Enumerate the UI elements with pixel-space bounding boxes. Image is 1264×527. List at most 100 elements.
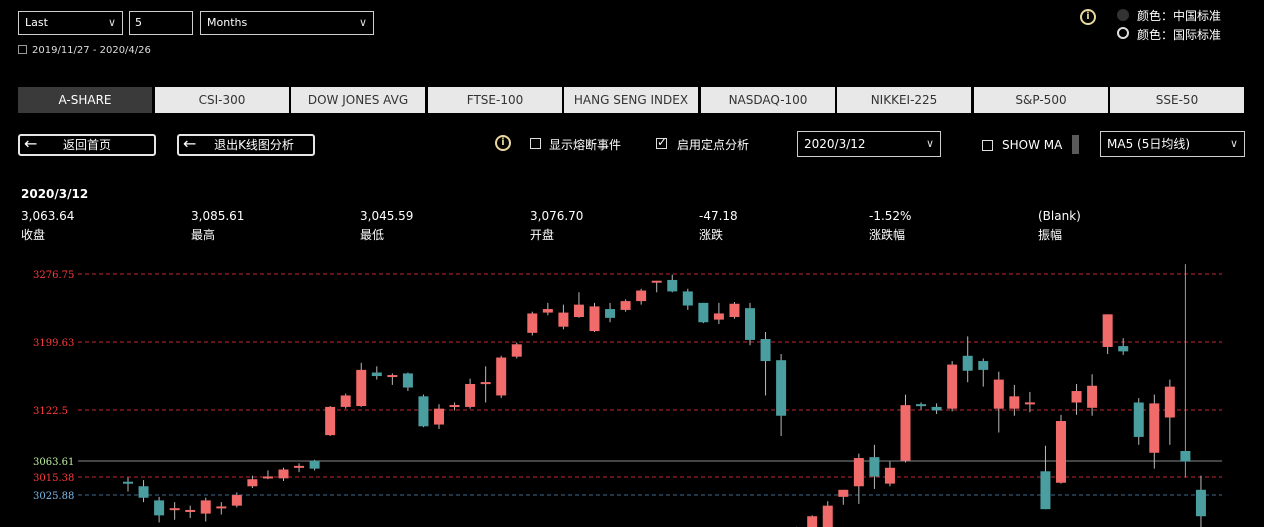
color-scheme-radio-intl[interactable] [1117, 27, 1129, 39]
candle-body [434, 408, 444, 425]
circuit-breaker-label: 显示熔断事件 [549, 138, 622, 152]
candle-body [262, 476, 273, 479]
calendar-icon [18, 45, 27, 54]
range-unit-select[interactable]: Months ∨ [200, 11, 374, 35]
candle-body [1102, 314, 1113, 347]
candle-body [947, 364, 958, 409]
candle-body [1009, 396, 1020, 409]
exit-kline-label: 退出K线图分析 [214, 138, 294, 152]
show-ma-label: SHOW MA [1002, 138, 1063, 152]
stat-low-label: 最低 [360, 228, 385, 242]
stat-high-value: 3,085.61 [191, 209, 245, 223]
candle-body [558, 312, 569, 327]
stat-change-label: 涨跌 [699, 228, 724, 242]
tab-dow-jones[interactable]: DOW JONES AVG [291, 87, 425, 113]
ma-select[interactable]: MA5 (5日均线) ∨ [1100, 131, 1245, 157]
candle-body [760, 339, 771, 362]
candle-body [589, 306, 600, 332]
range-mode-select[interactable]: Last ∨ [18, 11, 123, 35]
candle-body [698, 302, 709, 323]
stat-amplitude-label: 振幅 [1038, 228, 1063, 242]
stat-change-pct-value: -1.52% [869, 209, 912, 223]
candle-body [1133, 402, 1144, 437]
color-scheme-label-china: 颜色：中国标准 [1137, 9, 1222, 23]
candle-body [1180, 450, 1191, 462]
tab-sse-50[interactable]: SSE-50 [1110, 87, 1244, 113]
candle-body [1118, 346, 1129, 352]
info-icon[interactable]: i [495, 135, 511, 151]
candle-body [729, 303, 740, 317]
reference-label: 3015.38 [33, 473, 74, 484]
candle-body [978, 361, 989, 370]
info-icon[interactable]: i [1080, 9, 1096, 25]
candle-body [1195, 489, 1206, 517]
candle-body [511, 344, 522, 357]
back-home-label: 返回首页 [62, 138, 111, 152]
stat-low-value: 3,045.59 [360, 209, 414, 223]
circuit-breaker-checkbox[interactable] [530, 138, 541, 149]
candle-body [1071, 391, 1082, 403]
y-tick-label: 3122.5 [33, 406, 68, 417]
stat-amplitude-value: (Blank) [1038, 209, 1081, 223]
candle-body [776, 360, 787, 416]
candle-body [838, 489, 849, 497]
stat-open-label: 开盘 [530, 228, 555, 242]
candle-body [667, 279, 678, 292]
date-select[interactable]: 2020/3/12 ∨ [797, 131, 941, 157]
candle-body [527, 313, 538, 333]
candle-body [449, 405, 460, 408]
stat-open-value: 3,076.70 [530, 209, 584, 223]
exit-kline-button[interactable]: ← 退出K线图分析 [177, 134, 315, 156]
candle-body [387, 375, 398, 378]
show-ma-checkbox[interactable] [982, 140, 993, 151]
date-range-text: 2019/11/27 - 2020/4/26 [32, 45, 151, 56]
color-scheme-radio-china[interactable] [1117, 9, 1129, 21]
candle-body [916, 404, 927, 407]
reference-label: 3063.61 [33, 457, 74, 468]
back-home-button[interactable]: ← 返回首页 [18, 134, 156, 156]
candle-body [169, 508, 180, 511]
chevron-down-icon: ∨ [358, 16, 367, 29]
candlestick-chart[interactable]: 3276.75 3199.63 3122.5 3063.61 3015.38 3025.8… [0, 255, 1264, 527]
candle-body [651, 280, 662, 283]
candle-body [325, 406, 336, 436]
tab-sp-500[interactable]: S&P-500 [974, 87, 1108, 113]
tab-csi-300[interactable]: CSI-300 [155, 87, 289, 113]
candle-body [138, 486, 149, 498]
candle-body [853, 458, 864, 487]
stat-change-value: -47.18 [699, 209, 738, 223]
tab-nasdaq-100[interactable]: NASDAQ-100 [701, 87, 835, 113]
range-count-input[interactable]: 5 [129, 11, 193, 35]
candle-body [371, 372, 382, 377]
candle-body [200, 500, 211, 514]
tab-a-share[interactable]: A-SHARE [18, 87, 152, 113]
candle-body [1040, 471, 1051, 510]
color-scheme-label-intl: 颜色：国际标准 [1137, 28, 1222, 42]
candle-body [542, 309, 553, 313]
candle-body [418, 396, 429, 427]
candle-body [1024, 402, 1035, 405]
candle-body [231, 495, 242, 506]
candle-body [682, 291, 693, 306]
tab-nikkei-225[interactable]: NIKKEI-225 [837, 87, 971, 113]
candle-body [294, 465, 305, 468]
candle-body [745, 308, 755, 340]
tab-hang-seng[interactable]: HANG SENG INDEX [564, 87, 698, 113]
candle-body [807, 516, 818, 527]
candle-body [822, 505, 833, 527]
point-analysis-label: 启用定点分析 [677, 138, 750, 152]
stat-high-label: 最高 [191, 228, 216, 242]
candle-body [713, 313, 724, 320]
candle-body [1149, 403, 1160, 453]
candle-body [216, 506, 227, 509]
tab-ftse-100[interactable]: FTSE-100 [428, 87, 562, 113]
y-tick-label: 3276.75 [33, 270, 74, 281]
candle-body [356, 369, 367, 407]
stat-close-label: 收盘 [21, 228, 46, 242]
stat-change-pct-label: 涨跌幅 [869, 228, 906, 242]
candle-body [620, 301, 631, 310]
candle-body [1164, 386, 1175, 418]
range-mode-value: Last [25, 16, 48, 29]
point-analysis-checkbox[interactable] [656, 135, 667, 149]
scroll-handle[interactable] [1072, 135, 1079, 154]
